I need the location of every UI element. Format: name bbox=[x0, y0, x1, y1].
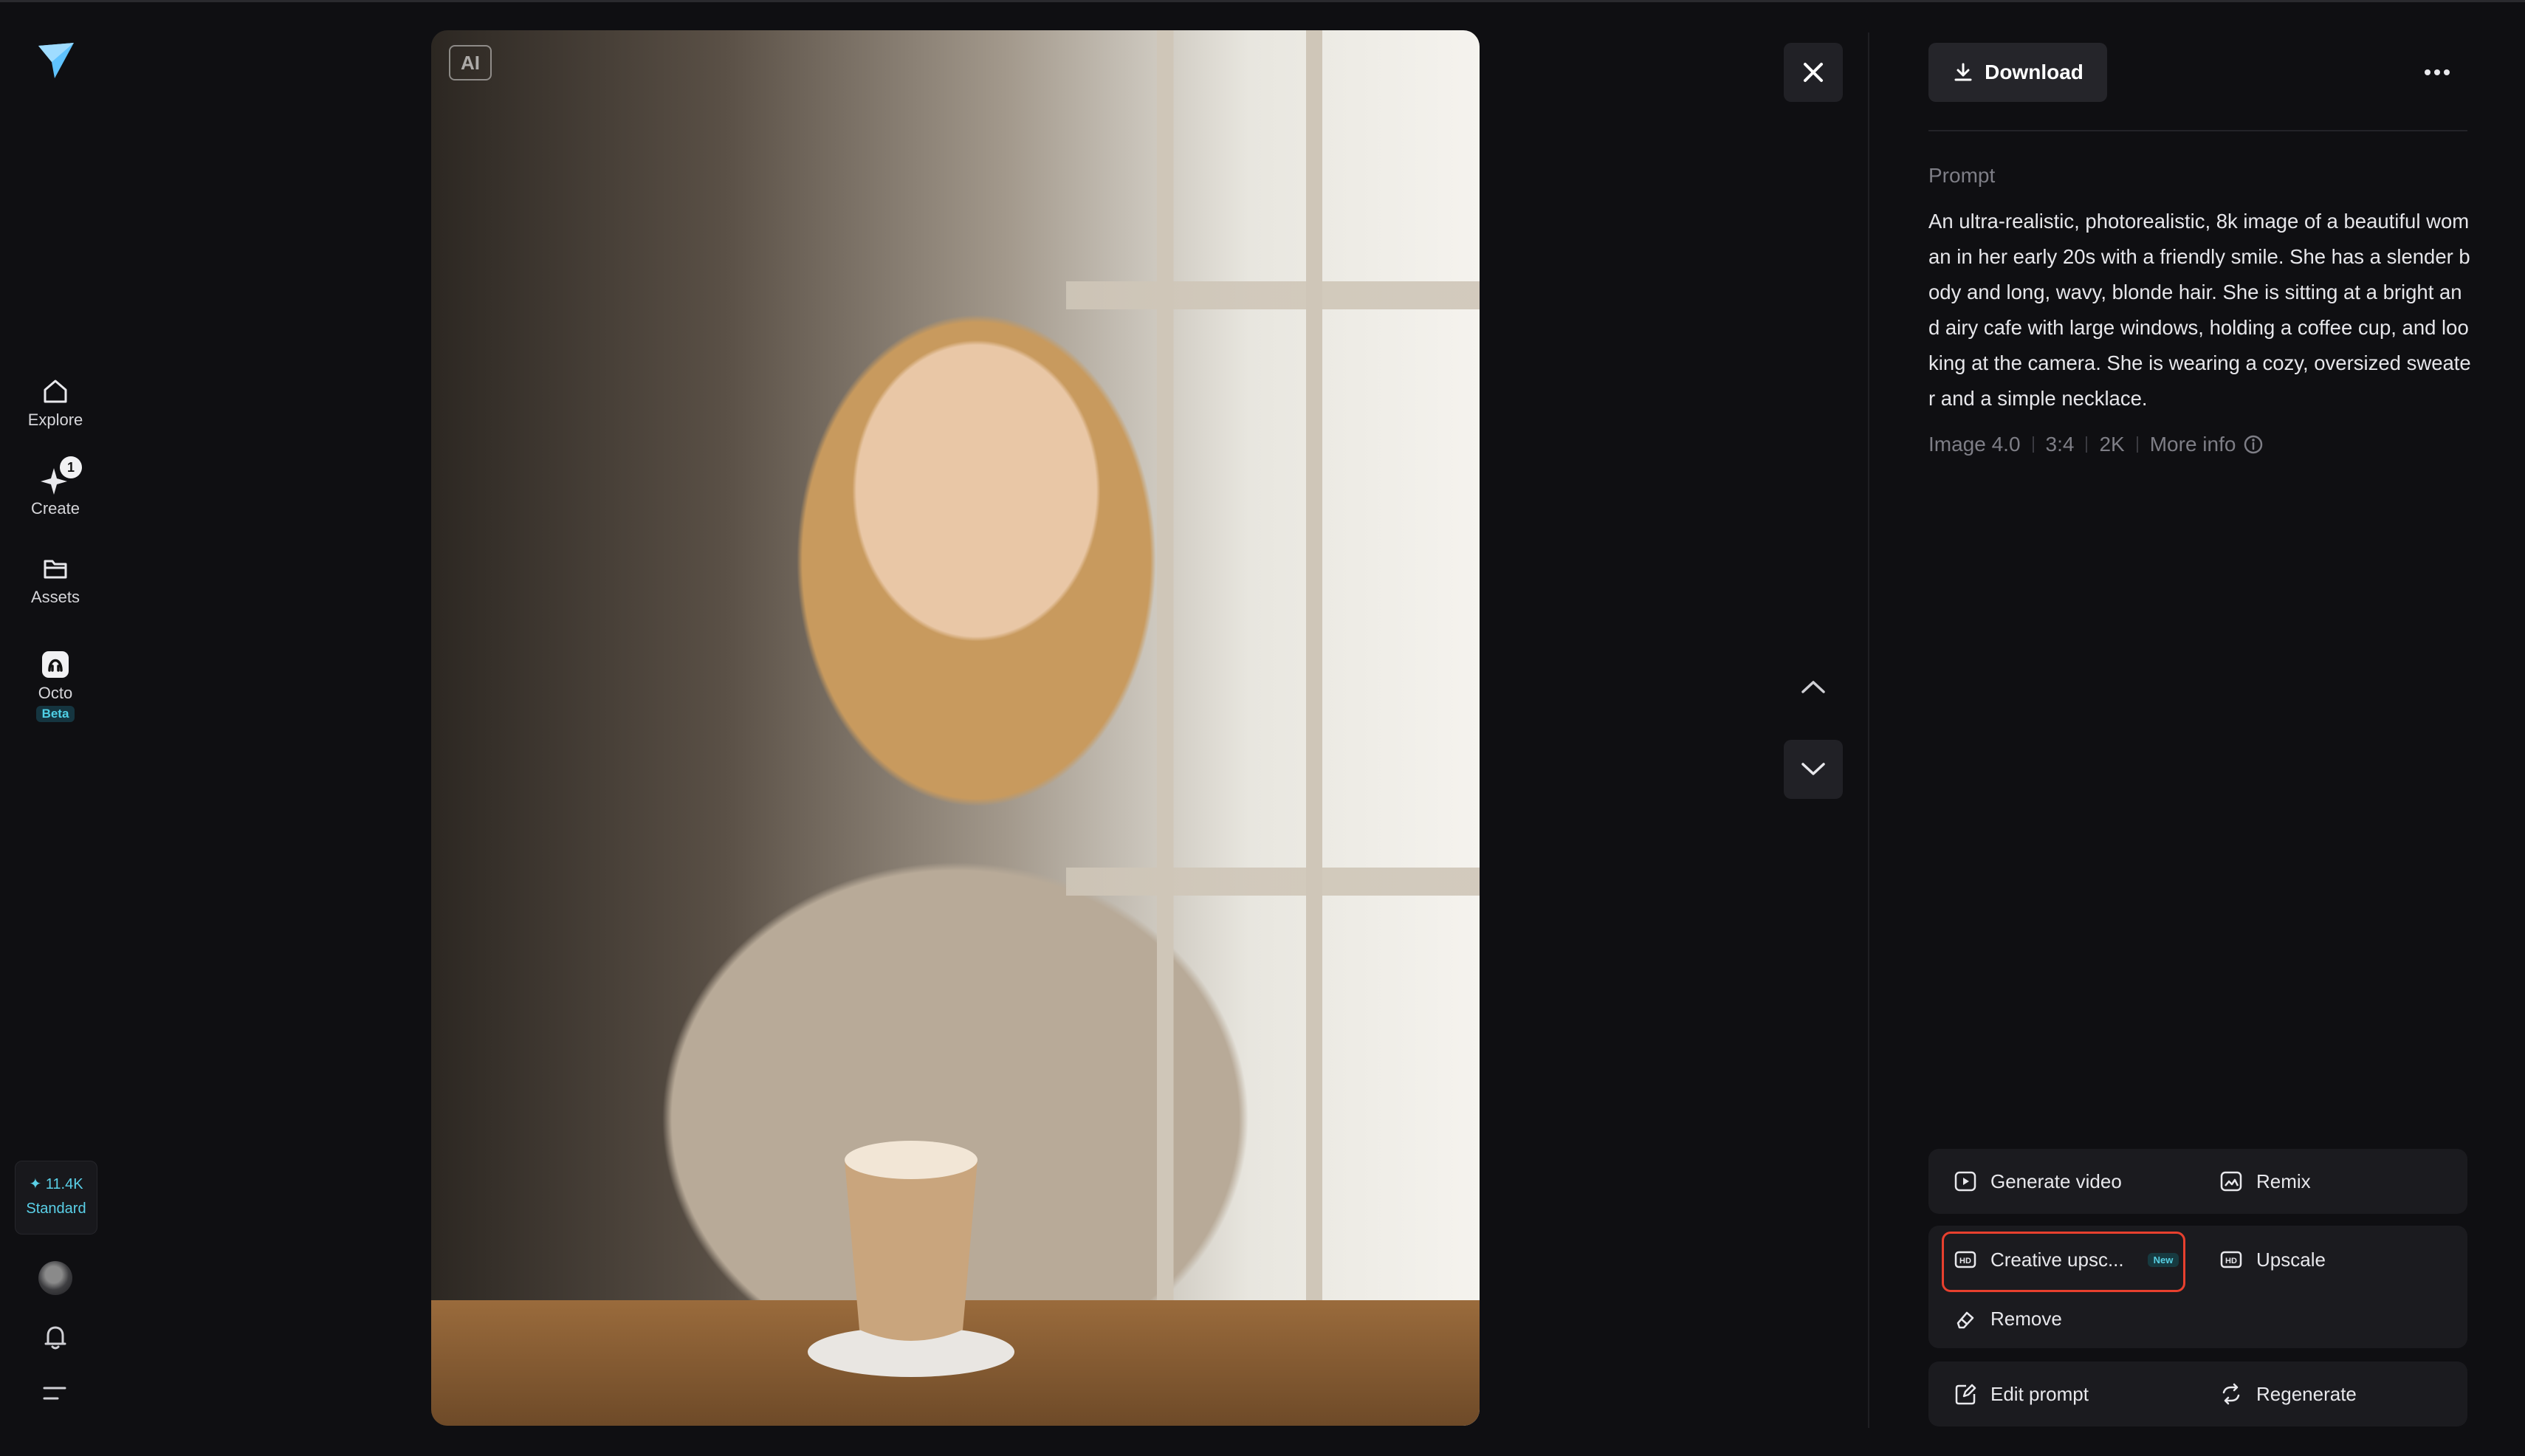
create-badge: 1 bbox=[60, 456, 82, 478]
generated-image[interactable]: AI bbox=[431, 30, 1480, 1426]
action-group-edit: Edit prompt Regenerate bbox=[1928, 1361, 2467, 1426]
nav-assets[interactable]: Assets bbox=[0, 552, 111, 607]
upscale-label: Upscale bbox=[2256, 1248, 2326, 1271]
regenerate-label: Regenerate bbox=[2256, 1382, 2357, 1405]
remove-label: Remove bbox=[1990, 1307, 2062, 1330]
info-icon bbox=[2244, 435, 2263, 454]
meta-separator bbox=[2032, 436, 2034, 453]
creative-upscale-button[interactable]: HD Creative upsc... New bbox=[1954, 1233, 2179, 1286]
credits-amount: ✦ 11.4K bbox=[29, 1176, 83, 1192]
nav-octo-label: Octo bbox=[38, 684, 73, 702]
play-icon bbox=[1954, 1171, 1976, 1192]
meta-separator bbox=[2086, 436, 2088, 453]
svg-text:HD: HD bbox=[2225, 1257, 2237, 1266]
nav-create-label: Create bbox=[30, 499, 80, 518]
generate-video-button[interactable]: Generate video bbox=[1954, 1155, 2122, 1208]
more-info-link[interactable]: More info bbox=[2150, 433, 2264, 456]
previous-image-button[interactable] bbox=[1784, 657, 1843, 716]
more-icon bbox=[2425, 69, 2450, 75]
home-icon bbox=[44, 380, 67, 403]
meta-ratio: 3:4 bbox=[2045, 433, 2075, 456]
image-cup-region bbox=[808, 1141, 1014, 1377]
image-meta: Image 4.0 3:4 2K More info bbox=[1928, 433, 2264, 456]
action-group-generate: Generate video Remix bbox=[1928, 1149, 2467, 1214]
chevron-up-icon bbox=[1801, 681, 1825, 693]
remix-label: Remix bbox=[2256, 1170, 2311, 1192]
nav-explore[interactable]: Explore bbox=[0, 375, 111, 430]
plan-tier: Standard bbox=[26, 1201, 86, 1217]
close-icon bbox=[1804, 63, 1823, 82]
prompt-text: An ultra-realistic, photorealistic, 8k i… bbox=[1928, 210, 2471, 410]
refresh-icon bbox=[2222, 1383, 2240, 1405]
image-window-region bbox=[1066, 30, 1480, 1426]
edit-prompt-label: Edit prompt bbox=[1990, 1382, 2089, 1405]
action-group-enhance: HD Creative upsc... New HD Upscale Remov… bbox=[1928, 1226, 2467, 1348]
regenerate-button[interactable]: Regenerate bbox=[2219, 1367, 2357, 1421]
download-icon bbox=[1954, 63, 1972, 81]
meta-model: Image 4.0 bbox=[1928, 433, 2021, 456]
octo-icon bbox=[42, 651, 69, 678]
download-label: Download bbox=[1985, 61, 2083, 83]
svg-text:HD: HD bbox=[1959, 1257, 1971, 1266]
nav-octo[interactable]: Octo Beta bbox=[0, 648, 111, 722]
generate-video-label: Generate video bbox=[1990, 1170, 2122, 1192]
creative-upscale-label: Creative upsc... bbox=[1990, 1248, 2124, 1271]
nav-assets-label: Assets bbox=[30, 588, 80, 606]
eraser-icon bbox=[1957, 1311, 1974, 1329]
edit-prompt-button[interactable]: Edit prompt bbox=[1954, 1367, 2089, 1421]
logo-icon[interactable] bbox=[35, 40, 77, 81]
remove-button[interactable]: Remove bbox=[1954, 1292, 2062, 1345]
hd-icon: HD bbox=[2220, 1251, 2242, 1268]
folder-icon bbox=[44, 560, 67, 579]
top-border bbox=[0, 0, 2525, 2]
beta-badge: Beta bbox=[35, 706, 75, 722]
avatar[interactable] bbox=[38, 1261, 72, 1295]
create-icon-wrap: 1 bbox=[39, 456, 82, 496]
chevron-down-icon bbox=[1801, 763, 1825, 775]
remix-button[interactable]: Remix bbox=[2219, 1155, 2311, 1208]
panel-divider bbox=[1868, 32, 1869, 1428]
nav-create[interactable]: 1 Create bbox=[0, 456, 111, 518]
download-button[interactable]: Download bbox=[1928, 43, 2107, 102]
upscale-button[interactable]: HD Upscale bbox=[2219, 1233, 2326, 1286]
bell-icon[interactable] bbox=[40, 1322, 71, 1353]
prompt-heading: Prompt bbox=[1928, 164, 1996, 187]
remix-icon bbox=[2220, 1171, 2242, 1192]
credits-card[interactable]: ✦ 11.4K Standard bbox=[15, 1161, 97, 1234]
close-button[interactable] bbox=[1784, 43, 1843, 102]
edit-icon bbox=[1955, 1384, 1976, 1405]
new-badge: New bbox=[2147, 1252, 2179, 1267]
ai-badge: AI bbox=[449, 45, 492, 80]
menu-icon[interactable] bbox=[41, 1382, 68, 1404]
next-image-button[interactable] bbox=[1784, 740, 1843, 799]
meta-separator bbox=[2136, 436, 2138, 453]
more-options-button[interactable] bbox=[2411, 52, 2463, 93]
left-sidebar: Explore 1 Create Assets Octo Beta ✦ 11.4… bbox=[0, 0, 111, 1456]
nav-explore-label: Explore bbox=[27, 411, 83, 429]
panel-separator bbox=[1928, 130, 2467, 131]
hd-icon: HD bbox=[1954, 1251, 1976, 1268]
more-info-label: More info bbox=[2149, 433, 2236, 456]
meta-resolution: 2K bbox=[2099, 433, 2125, 456]
